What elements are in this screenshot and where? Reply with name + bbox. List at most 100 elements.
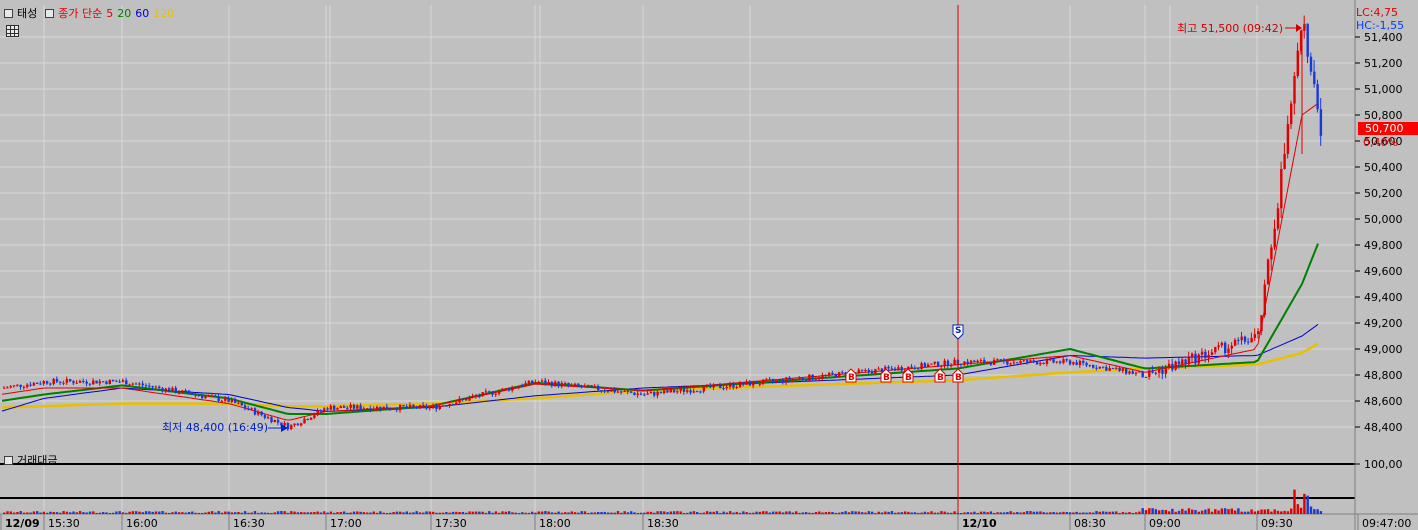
price-series-checkbox[interactable] <box>4 8 13 18</box>
volume-bar <box>1253 511 1257 514</box>
volume-bar <box>438 512 441 514</box>
data-table-icon[interactable] <box>6 25 19 37</box>
candle-body <box>557 381 560 387</box>
candle-body <box>564 382 567 384</box>
volume-bar <box>418 512 422 514</box>
x-tick-label: 12/10 <box>962 517 997 530</box>
y-tick-label: 49,400 <box>1364 291 1403 304</box>
volume-bar <box>1243 511 1247 514</box>
volume-bar <box>1065 512 1068 514</box>
volume-bar <box>1303 493 1306 514</box>
volume-bar <box>1260 509 1263 514</box>
volume-bar <box>177 512 181 514</box>
candle-body <box>996 359 999 361</box>
candle-body <box>273 419 276 423</box>
ma-period-60: 60 <box>135 6 150 20</box>
candle-body <box>283 423 286 426</box>
candle-body <box>382 406 385 410</box>
y-tick-label: 50,800 <box>1364 109 1403 122</box>
candle-body <box>1273 228 1276 248</box>
volume-bar <box>1118 512 1121 514</box>
candle-body <box>936 361 940 367</box>
volume-bar <box>491 512 494 514</box>
candle-body <box>118 381 121 383</box>
candle-body <box>1319 109 1323 136</box>
candle-body <box>1012 362 1016 364</box>
volume-bar <box>1026 511 1029 514</box>
candle-body <box>1115 367 1118 369</box>
candle-body <box>504 388 507 390</box>
volume-bar <box>283 511 286 514</box>
volume-bar <box>762 511 765 514</box>
candle-body <box>973 360 976 363</box>
candle-body <box>111 379 115 381</box>
candle-body <box>1055 361 1059 363</box>
volume-bar <box>590 512 593 514</box>
volume-bar <box>867 511 870 514</box>
candle-body <box>771 379 775 382</box>
volume-bar <box>679 511 682 514</box>
volume-bar <box>913 512 917 514</box>
x-tick-label: 09:30 <box>1261 517 1293 530</box>
volume-bar <box>1263 509 1266 514</box>
volume-bar <box>1191 509 1194 514</box>
candle-body <box>135 383 138 385</box>
volume-bar <box>1194 510 1197 514</box>
candle-body <box>362 408 366 410</box>
volume-bar <box>1128 511 1131 514</box>
candle-body <box>808 374 811 381</box>
stock-chart-window: SBBBBB 51,400 51,200 51,000 50,800 50,600 50,… <box>0 0 1418 530</box>
candle-body <box>1280 168 1283 209</box>
volume-bar <box>1092 512 1095 514</box>
candle-body <box>1068 360 1072 365</box>
candle-body <box>590 385 593 387</box>
candle-body <box>656 391 659 396</box>
volume-bar <box>313 511 316 514</box>
candle-body <box>468 397 471 401</box>
candle-body <box>828 372 831 375</box>
candle-body <box>976 360 979 363</box>
candle-body <box>1161 369 1164 374</box>
volume-bar <box>702 512 705 514</box>
price-chart[interactable]: SB B B B B 51,40051,20051,00050,80050,60050,… <box>0 0 1418 530</box>
volume-bar <box>309 512 313 514</box>
volume-bar <box>795 511 798 514</box>
candle-body <box>636 393 639 395</box>
volume-bar <box>379 511 382 514</box>
volume-bar <box>26 512 29 514</box>
candle-body <box>1306 23 1309 57</box>
candle-body <box>1220 342 1224 346</box>
volume-bar <box>131 511 135 514</box>
volume-checkbox[interactable] <box>4 455 13 465</box>
hc-label: HC:-1,55 <box>1356 19 1404 32</box>
candle-body <box>164 388 168 392</box>
volume-bar <box>1078 512 1082 514</box>
volume-bar <box>550 512 554 514</box>
candle-body <box>864 369 867 371</box>
candle-body <box>735 386 738 388</box>
volume-bar <box>1042 512 1045 514</box>
candle-body <box>336 408 339 410</box>
svg-text:B: B <box>955 373 962 383</box>
candle-body <box>870 371 874 374</box>
candle-body <box>1283 153 1286 169</box>
candle-body <box>12 385 16 387</box>
candle-body <box>385 406 389 409</box>
volume-bar <box>141 512 144 514</box>
candle-body <box>418 404 422 409</box>
candle-body <box>748 381 752 386</box>
volume-bar <box>405 511 408 514</box>
ma-series-checkbox[interactable] <box>45 8 55 18</box>
volume-bar <box>227 511 230 514</box>
x-tick-label: 09:00 <box>1149 517 1181 530</box>
candle-body <box>1029 360 1032 363</box>
candle-body <box>369 408 372 411</box>
candle-body <box>16 384 19 386</box>
candle-body <box>1167 363 1171 368</box>
candle-body <box>1006 361 1009 365</box>
volume-bar <box>349 512 352 514</box>
candle-body <box>184 390 187 392</box>
low-label: 최저 48,400 (16:49) <box>162 421 268 434</box>
volume-bar <box>1035 511 1039 514</box>
x-tick-label: 17:00 <box>330 517 362 530</box>
